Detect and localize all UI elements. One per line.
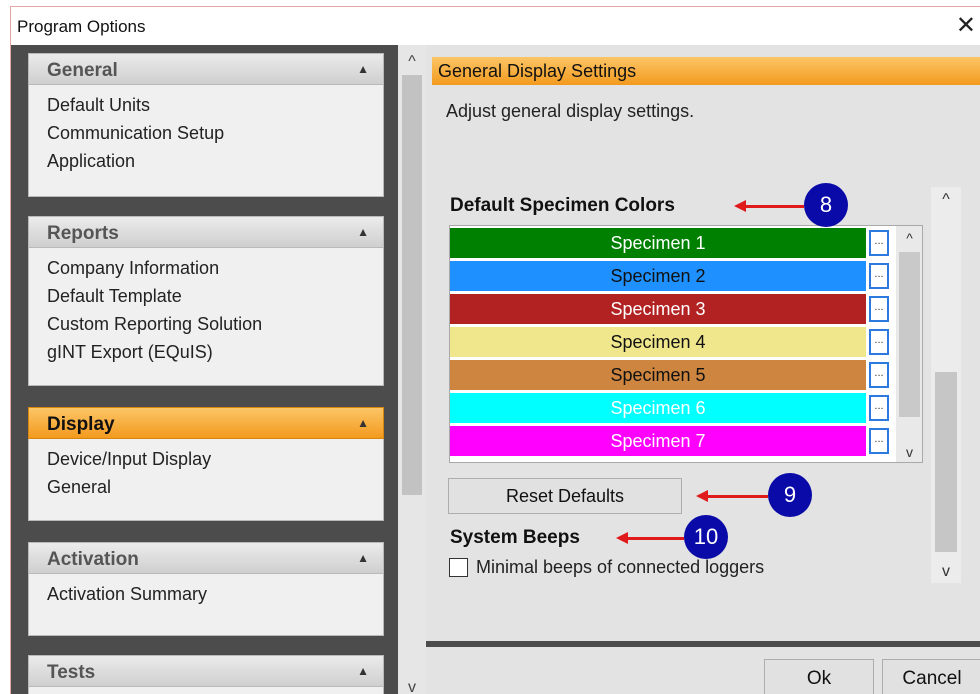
- color-picker-button-4[interactable]: ...: [869, 329, 889, 355]
- nav-item-gint-export[interactable]: gINT Export (EQuIS): [47, 338, 383, 366]
- collapse-icon[interactable]: ▲: [357, 551, 369, 565]
- default-specimen-colors-label: Default Specimen Colors: [450, 195, 675, 216]
- nav-item-application[interactable]: Application: [47, 147, 383, 175]
- nav-group-title: Activation: [47, 549, 139, 570]
- nav-group-title: Tests: [47, 662, 96, 683]
- settings-content: General Display Settings Adjust general …: [426, 45, 980, 694]
- specimen-color-list: Specimen 1 ... Specimen 2 ... Specimen 3…: [449, 225, 923, 463]
- scroll-down-icon[interactable]: v: [931, 563, 961, 581]
- close-icon[interactable]: ✕: [956, 11, 976, 41]
- section-description: Adjust general display settings.: [446, 101, 695, 121]
- nav-group-title: Reports: [47, 223, 119, 244]
- specimen-list-scrollbar[interactable]: ^ v: [896, 226, 922, 462]
- nav-group-header-tests[interactable]: Tests ▲: [28, 655, 384, 687]
- nav-item-custom-reporting-solution[interactable]: Custom Reporting Solution: [47, 310, 383, 338]
- scroll-up-icon[interactable]: ^: [931, 191, 961, 209]
- program-options-window: Program Options ✕ General ▲ Default Unit…: [10, 6, 980, 694]
- callout-line: [626, 537, 684, 540]
- color-picker-button-1[interactable]: ...: [869, 230, 889, 256]
- nav-group-header-activation[interactable]: Activation ▲: [28, 542, 384, 574]
- specimen-row-3[interactable]: Specimen 3: [450, 294, 866, 324]
- nav-group-body-reports: Company Information Default Template Cus…: [28, 248, 384, 386]
- system-beeps-label: System Beeps: [450, 527, 580, 548]
- nav-group-header-display[interactable]: Display ▲: [28, 407, 384, 439]
- specimen-scroll-thumb[interactable]: [899, 252, 920, 417]
- nav-item-general[interactable]: General: [47, 473, 383, 501]
- nav-item-default-template[interactable]: Default Template: [47, 282, 383, 310]
- scroll-up-icon[interactable]: ^: [896, 230, 922, 246]
- nav-group-body-general: Default Units Communication Setup Applic…: [28, 85, 384, 197]
- minimal-beeps-checkbox[interactable]: [449, 558, 468, 577]
- nav-group-body-activation: Activation Summary: [28, 574, 384, 636]
- nav-group-title: General: [47, 60, 118, 81]
- nav-group-header-reports[interactable]: Reports ▲: [28, 216, 384, 248]
- reset-defaults-button[interactable]: Reset Defaults: [448, 478, 682, 514]
- nav-scrollbar[interactable]: ^ v: [398, 45, 426, 694]
- cancel-button[interactable]: Cancel: [882, 659, 980, 694]
- color-picker-button-5[interactable]: ...: [869, 362, 889, 388]
- color-picker-button-2[interactable]: ...: [869, 263, 889, 289]
- color-picker-button-3[interactable]: ...: [869, 296, 889, 322]
- collapse-icon[interactable]: ▲: [357, 664, 369, 678]
- title-bar: Program Options ✕: [11, 7, 980, 45]
- scroll-up-icon[interactable]: ^: [398, 53, 426, 71]
- collapse-icon[interactable]: ▲: [357, 225, 369, 239]
- nav-group-display: Display ▲ Device/Input Display General: [28, 407, 384, 521]
- specimen-row-2[interactable]: Specimen 2: [450, 261, 866, 291]
- nav-scroll-thumb[interactable]: [402, 75, 422, 495]
- callout-badge-9: 9: [768, 473, 812, 517]
- specimen-row-4[interactable]: Specimen 4: [450, 327, 866, 357]
- content-scroll-thumb[interactable]: [935, 372, 957, 552]
- ok-button[interactable]: Ok: [764, 659, 874, 694]
- collapse-icon[interactable]: ▲: [357, 416, 369, 430]
- content-scrollbar[interactable]: ^ v: [931, 187, 961, 583]
- nav-group-body-display: Device/Input Display General: [28, 439, 384, 521]
- nav-item-communication-setup[interactable]: Communication Setup: [47, 119, 383, 147]
- scroll-down-icon[interactable]: v: [896, 444, 922, 460]
- nav-item-activation-summary[interactable]: Activation Summary: [47, 580, 383, 608]
- nav-group-general: General ▲ Default Units Communication Se…: [28, 53, 384, 197]
- callout-line: [706, 495, 768, 498]
- nav-group-tests: Tests ▲: [28, 655, 384, 694]
- nav-group-body-tests: [28, 687, 384, 694]
- nav-group-reports: Reports ▲ Company Information Default Te…: [28, 216, 384, 386]
- section-title: General Display Settings: [432, 57, 980, 85]
- specimen-row-7[interactable]: Specimen 7: [450, 426, 866, 456]
- specimen-row-1[interactable]: Specimen 1: [450, 228, 866, 258]
- nav-group-title: Display: [47, 414, 115, 435]
- callout-line: [744, 205, 804, 208]
- options-nav-panel: General ▲ Default Units Communication Se…: [11, 45, 398, 694]
- collapse-icon[interactable]: ▲: [357, 62, 369, 76]
- window-title: Program Options: [17, 17, 146, 36]
- nav-group-header-general[interactable]: General ▲: [28, 53, 384, 85]
- footer-divider: [426, 641, 980, 647]
- nav-item-default-units[interactable]: Default Units: [47, 91, 383, 119]
- minimal-beeps-label: Minimal beeps of connected loggers: [476, 557, 765, 577]
- specimen-row-5[interactable]: Specimen 5: [450, 360, 866, 390]
- minimal-beeps-option[interactable]: Minimal beeps of connected loggers: [449, 557, 764, 578]
- color-picker-button-7[interactable]: ...: [869, 428, 889, 454]
- callout-badge-10: 10: [684, 515, 728, 559]
- callout-badge-8: 8: [804, 183, 848, 227]
- nav-item-device-input-display[interactable]: Device/Input Display: [47, 445, 383, 473]
- specimen-row-6[interactable]: Specimen 6: [450, 393, 866, 423]
- color-picker-button-6[interactable]: ...: [869, 395, 889, 421]
- nav-item-company-information[interactable]: Company Information: [47, 254, 383, 282]
- nav-group-activation: Activation ▲ Activation Summary: [28, 542, 384, 636]
- scroll-down-icon[interactable]: v: [398, 679, 426, 694]
